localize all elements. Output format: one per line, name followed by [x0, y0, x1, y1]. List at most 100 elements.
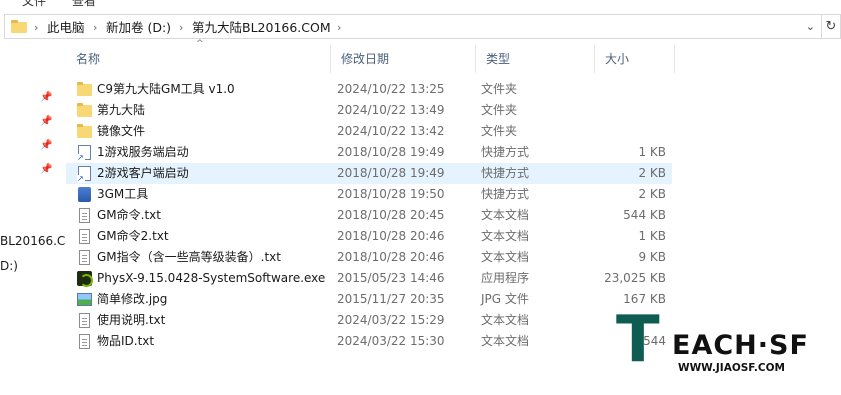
nav-item-quick-access[interactable]: BL20166.C	[0, 234, 65, 248]
text-file-icon	[76, 333, 93, 350]
file-modified-date: 2024/10/22 13:25	[337, 82, 445, 96]
file-size: 23,025 KB	[604, 271, 666, 285]
file-name: GM命令.txt	[97, 208, 161, 222]
file-type: 文件夹	[481, 124, 518, 138]
file-row[interactable]: GM指令（含一些高等级装备）.txt 2018/10/28 20:46 文本文档 9 …	[66, 247, 672, 268]
file-modified-date: 2024/03/22 15:29	[337, 313, 445, 327]
file-name: C9第九大陆GM工具 v1.0	[97, 82, 235, 96]
chevron-down-icon[interactable]: ⌄	[806, 20, 815, 33]
column-header-row: ^ 名称 修改日期 类型 大小	[66, 39, 676, 73]
watermark-url: WWW.JIAOSF.COM	[678, 362, 786, 374]
file-type: 快捷方式	[481, 166, 530, 180]
address-bar[interactable]: › 此电脑 › 新加卷 (D:) › 第九大陆BL20166.COM › ⌄	[4, 14, 822, 39]
file-size: 9 KB	[638, 250, 666, 264]
column-header-size[interactable]: 大小	[595, 45, 675, 73]
column-header-type[interactable]: 类型	[476, 45, 594, 73]
file-modified-date: 2024/03/22 15:30	[337, 334, 445, 348]
file-row[interactable]: 使用说明.txt 2024/03/22 15:29 文本文档	[66, 310, 672, 331]
file-type: 文本文档	[481, 229, 530, 243]
file-name: 1游戏服务端启动	[97, 145, 189, 159]
file-type: 文本文档	[481, 208, 530, 222]
file-size: 544 KB	[623, 208, 666, 222]
watermark-mark: T	[616, 303, 660, 377]
file-name: PhysX-9.15.0428-SystemSoftware.exe	[97, 271, 326, 285]
ribbon-tab-file[interactable]: 文件	[22, 0, 46, 8]
file-type: 应用程序	[481, 271, 530, 285]
file-type: JPG 文件	[481, 292, 529, 306]
breadcrumb-separator[interactable]: ›	[179, 19, 183, 37]
file-row[interactable]: 1游戏服务端启动 2018/10/28 19:49 快捷方式 1 KB	[66, 142, 672, 163]
folder-icon	[76, 102, 93, 119]
nav-item-drive-d[interactable]: D:)	[0, 259, 18, 273]
folder-icon	[76, 123, 93, 140]
text-file-icon	[76, 207, 93, 224]
breadcrumb-current-folder[interactable]: 第九大陆BL20166.COM	[192, 19, 331, 37]
file-name: 简单修改.jpg	[97, 292, 168, 306]
file-type: 文件夹	[481, 103, 518, 117]
exe-icon	[76, 270, 93, 287]
watermark-brand: EACH·SF	[672, 330, 809, 361]
file-name: 第九大陆	[97, 103, 146, 117]
file-modified-date: 2018/10/28 20:45	[337, 208, 445, 222]
watermark-logo: T EACH·SF WWW.JIAOSF.COM	[612, 302, 812, 392]
shortcut-icon	[76, 144, 93, 162]
file-type: 快捷方式	[481, 145, 530, 159]
file-modified-date: 2018/10/28 20:46	[337, 229, 445, 243]
refresh-button[interactable]: ↻	[822, 14, 841, 39]
breadcrumb-separator[interactable]: ›	[93, 19, 97, 37]
file-name: GM命令2.txt	[97, 229, 169, 243]
file-row[interactable]: 简单修改.jpg 2015/11/27 20:35 JPG 文件 167 KB	[66, 289, 672, 310]
column-header-name[interactable]: 名称	[66, 45, 330, 73]
file-modified-date: 2018/10/28 19:50	[337, 187, 445, 201]
text-file-icon	[76, 249, 93, 266]
file-type: 文件夹	[481, 82, 518, 96]
file-row[interactable]: GM命令.txt 2018/10/28 20:45 文本文档 544 KB	[66, 205, 672, 226]
file-row[interactable]: 镜像文件 2024/10/22 13:42 文件夹	[66, 121, 672, 142]
file-type: 文本文档	[481, 250, 530, 264]
column-header-date[interactable]: 修改日期	[331, 45, 475, 73]
breadcrumb-separator[interactable]: ›	[34, 19, 38, 37]
file-modified-date: 2015/11/27 20:35	[337, 292, 445, 306]
file-name: 使用说明.txt	[97, 313, 166, 327]
pin-icon[interactable]: 📌	[40, 164, 52, 176]
folder-icon	[76, 81, 93, 98]
file-modified-date: 2024/10/22 13:42	[337, 124, 445, 138]
image-file-icon	[76, 291, 93, 308]
file-size: 2 KB	[638, 166, 666, 180]
breadcrumb-this-pc[interactable]: 此电脑	[47, 19, 85, 37]
file-row[interactable]: PhysX-9.15.0428-SystemSoftware.exe 2015/0…	[66, 268, 672, 289]
file-modified-date: 2018/10/28 19:49	[337, 166, 445, 180]
folder-icon	[11, 20, 27, 33]
file-row[interactable]: GM命令2.txt 2018/10/28 20:46 文本文档 1 KB	[66, 226, 672, 247]
file-row[interactable]: 第九大陆 2024/10/22 13:49 文件夹	[66, 100, 672, 121]
file-type: 文本文档	[481, 313, 530, 327]
address-bar-row: › 此电脑 › 新加卷 (D:) › 第九大陆BL20166.COM › ⌄ ↻	[0, 12, 841, 42]
file-name: 物品ID.txt	[97, 334, 155, 348]
file-row[interactable]: C9第九大陆GM工具 v1.0 2024/10/22 13:25 文件夹	[66, 79, 672, 100]
file-name: 镜像文件	[97, 124, 146, 138]
file-name: GM指令（含一些高等级装备）.txt	[97, 250, 281, 264]
column-divider[interactable]	[674, 45, 675, 73]
breadcrumb-drive-d[interactable]: 新加卷 (D:)	[106, 19, 171, 37]
file-row[interactable]: 3GM工具 2018/10/28 19:50 快捷方式 2 KB	[66, 184, 672, 205]
file-type: 文本文档	[481, 334, 530, 348]
file-modified-date: 2024/10/22 13:49	[337, 103, 445, 117]
refresh-icon: ↻	[825, 19, 837, 34]
file-size: 1 KB	[638, 145, 666, 159]
app-shortcut-icon	[76, 186, 93, 203]
file-modified-date: 2015/05/23 14:46	[337, 271, 445, 285]
text-file-icon	[76, 312, 93, 329]
file-name: 2游戏客户端启动	[97, 166, 189, 180]
file-row[interactable]: 物品ID.txt 2024/03/22 15:30 文本文档 544	[66, 331, 672, 352]
pin-icon[interactable]: 📌	[40, 140, 52, 152]
file-size: 2 KB	[638, 187, 666, 201]
pin-icon[interactable]: 📌	[40, 92, 52, 104]
ribbon-tab-view[interactable]: 查看	[72, 0, 96, 8]
breadcrumb-separator[interactable]: ›	[337, 19, 341, 37]
navigation-pane: 📌 📌 📌 📌 BL20166.C D:)	[0, 44, 65, 395]
file-name: 3GM工具	[97, 187, 149, 201]
file-row[interactable]: 2游戏客户端启动 2018/10/28 19:49 快捷方式 2 KB	[66, 163, 672, 184]
file-size: 1 KB	[638, 229, 666, 243]
file-modified-date: 2018/10/28 19:49	[337, 145, 445, 159]
pin-icon[interactable]: 📌	[40, 116, 52, 128]
